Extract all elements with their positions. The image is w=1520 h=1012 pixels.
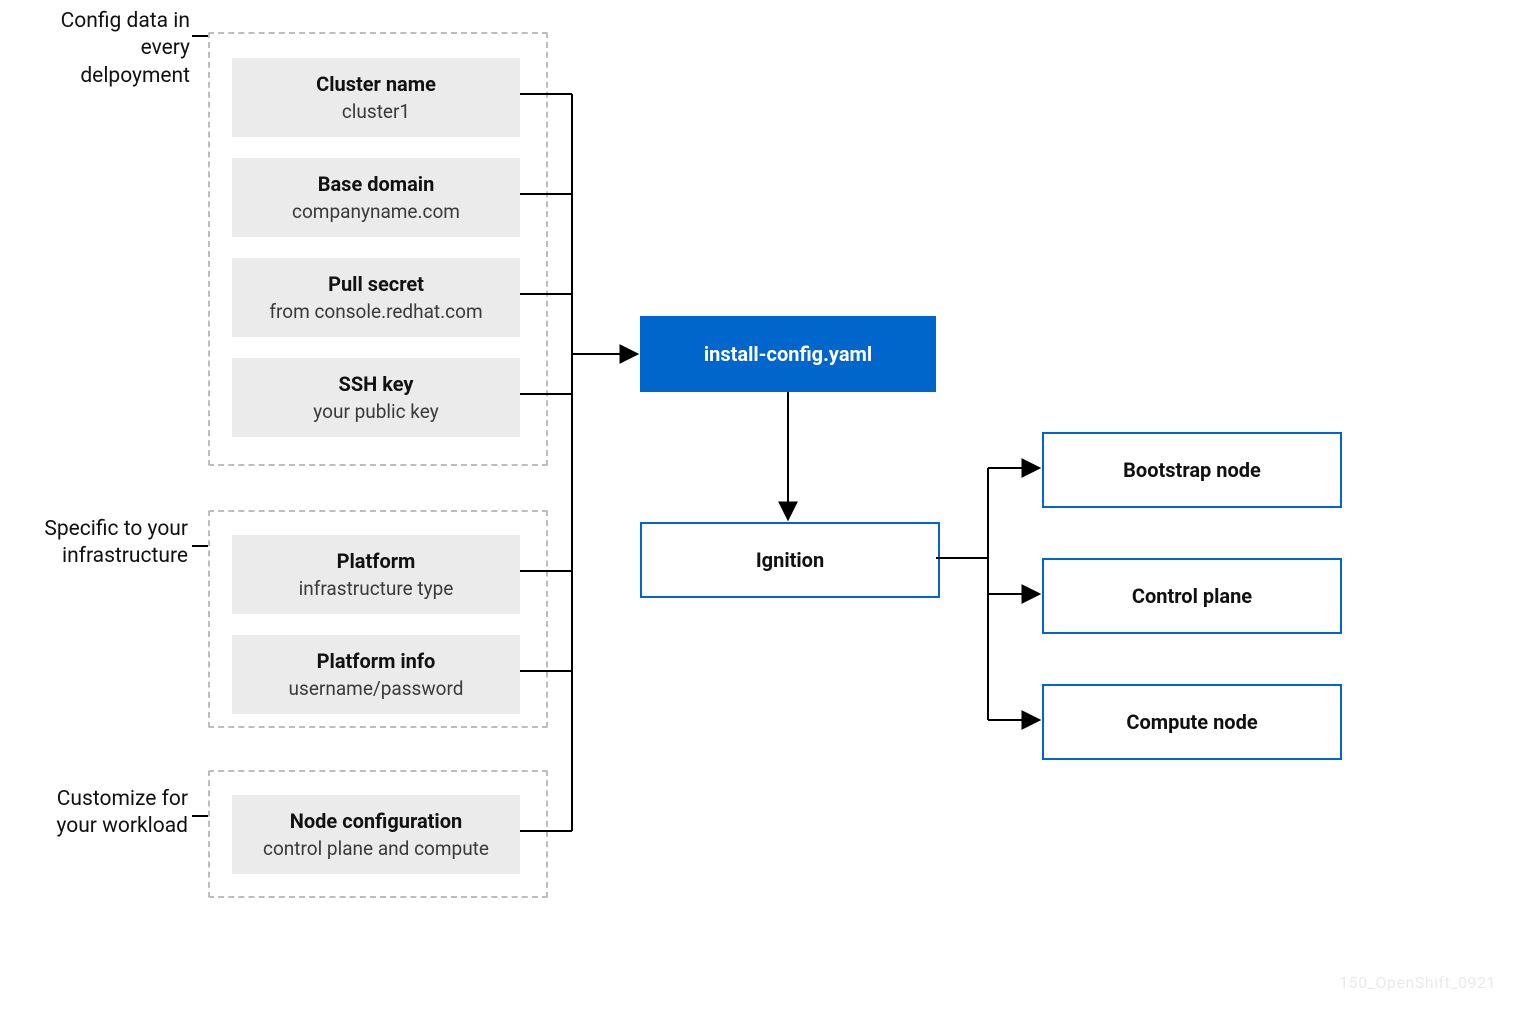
box-bootstrap-node: Bootstrap node	[1042, 432, 1342, 508]
note-infra: Specific to your infrastructure	[28, 516, 188, 571]
box-install-config: install-config.yaml	[640, 316, 936, 392]
card-node-config: Node configurationcontrol plane and comp…	[232, 795, 520, 874]
box-ignition: Ignition	[640, 522, 940, 598]
card-platform: Platforminfrastructure type	[232, 535, 520, 614]
note-workload: Customize for your workload	[28, 786, 188, 841]
box-compute-node: Compute node	[1042, 684, 1342, 760]
card-ssh-key: SSH keyyour public key	[232, 358, 520, 437]
watermark: 150_OpenShift_0921	[1339, 973, 1496, 992]
card-cluster-name: Cluster namecluster1	[232, 58, 520, 137]
card-pull-secret: Pull secretfrom console.redhat.com	[232, 258, 520, 337]
box-control-plane: Control plane	[1042, 558, 1342, 634]
diagram-canvas: Config data in every delpoyment Specific…	[0, 0, 1520, 1012]
card-base-domain: Base domaincompanyname.com	[232, 158, 520, 237]
card-platform-info: Platform infousername/password	[232, 635, 520, 714]
note-config: Config data in every delpoyment	[30, 8, 190, 90]
